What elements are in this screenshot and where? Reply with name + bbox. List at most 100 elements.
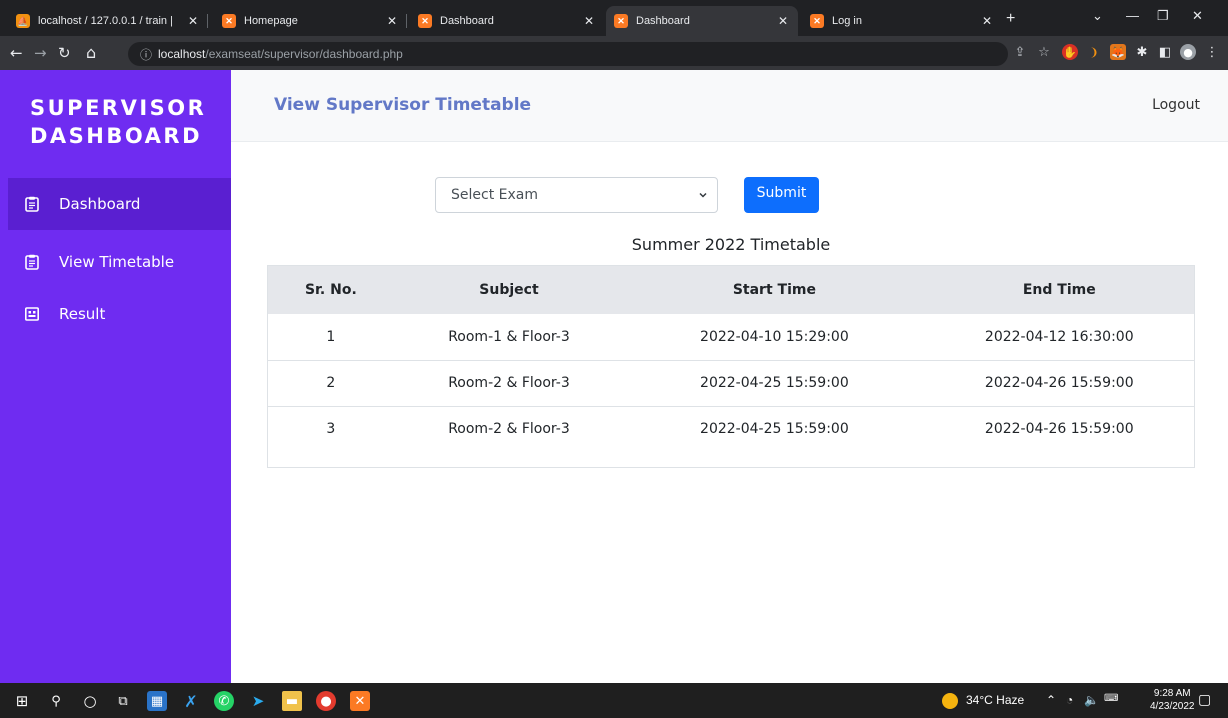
logout-link[interactable]: Logout [1152,97,1200,113]
bookmark-star-icon[interactable]: ☆ [1036,44,1052,60]
chevron-down-icon [699,192,707,198]
chevron-up-icon[interactable]: ⌃ [1046,693,1056,707]
tab-title: Homepage [244,15,298,27]
sidebar-brand: SUPERVISOR DASHBOARD [30,94,206,150]
exam-select-value: Select Exam [451,187,538,203]
window-close-icon[interactable]: ✕ [1192,8,1203,24]
exam-select[interactable]: Select Exam [435,177,718,213]
cell-sr-no: 3 [268,405,394,452]
tab-title: Dashboard [636,15,690,27]
close-icon[interactable]: ✕ [186,14,200,28]
volume-icon[interactable]: 🔈 [1084,693,1099,707]
brand-line-2: DASHBOARD [30,124,203,148]
store-icon[interactable]: ▦ [147,691,167,711]
share-icon[interactable]: ⇪ [1012,44,1028,60]
site-info-icon[interactable]: ⓘ [140,46,152,63]
cell-subject: Room-1 & Floor-3 [448,328,570,345]
search-icon[interactable]: ⚲ [46,691,66,711]
tab-search-icon[interactable]: ⌄ [1092,8,1103,24]
weather-text[interactable]: 34°C Haze [966,693,1024,707]
wifi-icon[interactable]: ◔ [1066,693,1073,707]
menu-kebab-icon[interactable]: ⋮ [1204,44,1220,60]
sidebar-item-result[interactable]: Result [8,288,231,340]
keyboard-icon[interactable]: ⌨ [1104,693,1118,704]
whatsapp-icon[interactable]: ✆ [214,691,234,711]
windows-start-icon[interactable]: ⊞ [12,691,32,711]
notification-icon[interactable]: ▢ [1198,691,1211,708]
browser-tab-login[interactable]: ✕ Log in ✕ [802,6,1002,36]
cell-sr-no: 2 [268,359,394,406]
clock-date: 4/23/2022 [1150,701,1195,712]
close-icon[interactable]: ✕ [776,14,790,28]
tab-title: localhost / 127.0.0.1 / train | [38,15,173,27]
table-row: 3 Room-2 & Floor-3 2022-04-25 15:59:00 2… [268,405,1194,452]
cell-subject: Room-2 & Floor-3 [393,405,625,452]
reload-icon[interactable]: ↻ [58,44,71,62]
clock-time: 9:28 AM [1153,688,1191,699]
cell-sr-no: 1 [326,328,336,345]
clock[interactable]: 9:28 AM 4/23/2022 [1150,687,1195,713]
back-icon[interactable]: ← [10,44,23,62]
telegram-icon[interactable]: ➤ [248,691,268,711]
profile-avatar[interactable]: ● [1180,44,1196,60]
xampp-icon: ✕ [222,14,236,28]
clipboard-icon [25,196,39,212]
phpmyadmin-icon: ⛵ [16,14,30,28]
sidebar-item-view-timetable[interactable]: View Timetable [8,236,231,288]
table-header-row: Sr. No. Subject Start Time End Time [268,266,1194,314]
submit-button[interactable]: Submit [744,177,819,213]
close-icon[interactable]: ✕ [582,14,596,28]
cortana-icon[interactable]: ○ [80,691,100,711]
sidebar-item-label: Result [59,305,106,323]
column-header: End Time [1022,282,1096,298]
new-tab-icon[interactable]: + [1006,10,1015,28]
task-view-icon[interactable]: ⧉ [113,691,133,711]
minimize-icon[interactable]: — [1126,8,1139,23]
sidebar-item-label: View Timetable [59,253,175,271]
url-host: localhost [158,47,206,61]
browser-tab-homepage[interactable]: ✕ Homepage ✕ [214,6,407,36]
tab-title: Log in [832,15,862,27]
home-icon[interactable]: ⌂ [86,44,96,62]
cell-end-time: 2022-04-12 16:30:00 [984,328,1134,345]
main-header: View Supervisor Timetable Logout [231,70,1228,142]
browser-tab-dashboard[interactable]: ✕ Dashboard ✕ [410,6,604,36]
cell-subject: Room-2 & Floor-3 [393,359,625,406]
column-header: Subject [479,282,539,298]
xampp-icon: ✕ [418,14,432,28]
weather-sun-icon[interactable] [942,693,958,709]
clipboard-icon [25,254,39,270]
cell-end-time: 2022-04-26 15:59:00 [924,405,1194,452]
close-icon[interactable]: ✕ [980,14,994,28]
tab-title: Dashboard [440,15,494,27]
adblock-extension-icon[interactable]: ✋ [1062,44,1078,60]
extensions-puzzle-icon[interactable]: ✱ [1134,44,1150,60]
address-bar[interactable]: ⓘ localhost/examseat/supervisor/dashboar… [128,42,1008,66]
vscode-icon[interactable]: ✗ [181,691,201,711]
browser-tab-dashboard-active[interactable]: ✕ Dashboard ✕ [606,6,798,36]
chrome-icon[interactable]: ● [316,691,336,711]
column-header: Sr. No. [304,282,357,298]
url-path: /examseat/supervisor/dashboard.php [205,47,403,61]
forward-icon[interactable]: → [34,44,47,62]
xampp-icon: ✕ [810,14,824,28]
cell-start-time: 2022-04-25 15:59:00 [624,405,925,452]
maximize-icon[interactable]: ❐ [1157,8,1169,24]
xampp-icon[interactable]: ✕ [350,691,370,711]
cell-end-time: 2022-04-26 15:59:00 [924,359,1194,406]
sidebar-item-dashboard[interactable]: Dashboard [8,178,231,230]
browser-tab-phpmyadmin[interactable]: ⛵ localhost / 127.0.0.1 / train | ✕ [8,6,208,36]
close-icon[interactable]: ✕ [385,14,399,28]
side-panel-icon[interactable]: ◧ [1157,44,1173,60]
xampp-icon: ✕ [614,14,628,28]
metamask-icon[interactable]: 🦊 [1110,44,1126,60]
column-header: Start Time [732,282,816,298]
browser-tab-bar: ⛵ localhost / 127.0.0.1 / train | ✕ ✕ Ho… [0,0,1228,36]
extension-icon[interactable]: ❩ [1086,44,1102,60]
table-row: 1 Room-1 & Floor-3 2022-04-10 15:29:00 2… [268,314,1194,360]
result-icon [25,307,39,321]
file-explorer-icon[interactable]: ▬ [282,691,302,711]
brand-line-1: SUPERVISOR [30,96,207,120]
sidebar-item-label: Dashboard [59,195,141,213]
cell-start-time: 2022-04-25 15:59:00 [624,359,925,406]
